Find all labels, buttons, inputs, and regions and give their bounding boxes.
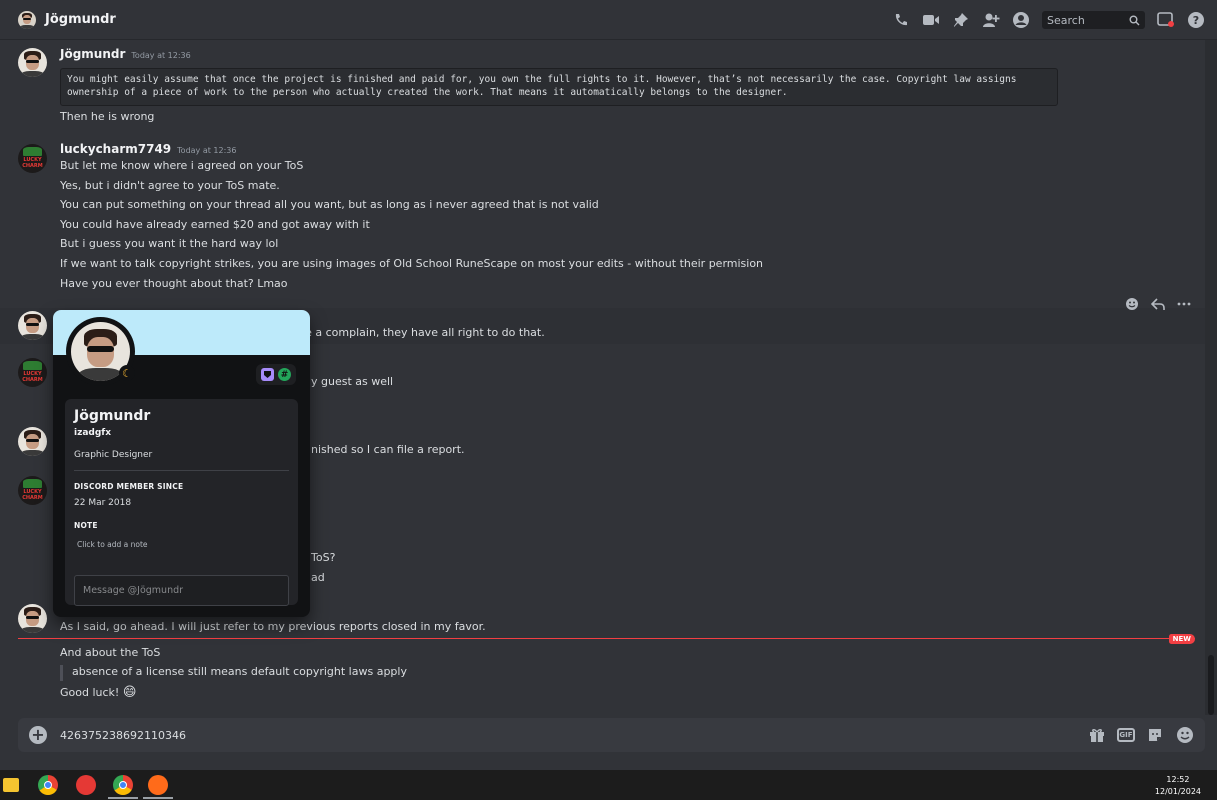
message-text: y guest as well	[311, 375, 394, 388]
search-input[interactable]: Search	[1042, 11, 1145, 29]
avatar[interactable]	[18, 604, 47, 633]
message-composer[interactable]: + 426375238692110346 GIF	[18, 718, 1205, 752]
search-placeholder: Search	[1047, 13, 1085, 27]
idle-status-icon: ☾	[119, 365, 135, 381]
avatar[interactable]: LUCKY CHARM	[18, 358, 47, 387]
member-since-heading: Discord Member Since	[74, 482, 184, 491]
gif-icon[interactable]: GIF	[1117, 728, 1135, 742]
profile-display-name: Jögmundr	[74, 408, 151, 424]
system-clock[interactable]: 12:52 12/01/2024	[1155, 774, 1201, 798]
code-block: You might easily assume that once the pr…	[60, 68, 1058, 106]
message-text: ToS?	[311, 551, 336, 564]
author-name[interactable]: luckycharm7749	[60, 142, 171, 156]
profile-username: izadgfx	[74, 428, 112, 438]
svg-text:?: ?	[1193, 14, 1199, 27]
message-input[interactable]: 426375238692110346	[60, 729, 186, 742]
new-messages-divider	[18, 638, 1195, 639]
message-text: You can put something on your thread all…	[60, 198, 599, 211]
profile-body: Jögmundr izadgfx Graphic Designer Discor…	[65, 399, 298, 606]
hypesquad-badge-icon[interactable]	[261, 368, 274, 381]
note-input[interactable]: Click to add a note	[77, 540, 148, 549]
chrome-icon[interactable]	[38, 775, 58, 795]
new-badge: NEW	[1168, 634, 1195, 644]
message-text: But i guess you want it the hard way lol	[60, 237, 279, 250]
member-since-date: 22 Mar 2018	[74, 498, 132, 508]
message-text: Have you ever thought about that? Lmao	[60, 277, 288, 290]
channel-title[interactable]: Jögmundr	[45, 12, 116, 27]
avatar[interactable]	[18, 427, 47, 456]
chrome-icon[interactable]	[113, 775, 133, 795]
profile-icon[interactable]	[1012, 11, 1030, 29]
os-taskbar: 12:52 12/01/2024	[0, 770, 1217, 800]
message-text: Then he is wrong	[60, 110, 155, 123]
upload-plus-icon[interactable]: +	[29, 726, 47, 744]
message-text: nished so I can file a report.	[311, 443, 465, 456]
sticker-icon[interactable]	[1145, 725, 1165, 745]
code-line: ownership of a piece of work to the pers…	[67, 87, 788, 98]
header-toolbar: Search ?	[892, 0, 1205, 40]
chat-scrollbar[interactable]	[1205, 40, 1217, 715]
avatar[interactable]: LUCKY CHARM	[18, 476, 47, 505]
message-text-part: Good luck!	[60, 686, 120, 699]
author-name[interactable]: Jögmundr	[60, 47, 125, 61]
avatar[interactable]	[18, 311, 47, 340]
profile-badges: #	[256, 364, 296, 385]
channel-header: Jögmundr Search ?	[0, 0, 1217, 40]
hash-badge-icon[interactable]: #	[278, 368, 291, 381]
profile-popout: ☾ # Jögmundr izadgfx Graphic Designer Di…	[53, 310, 310, 617]
inbox-icon[interactable]	[1157, 11, 1175, 29]
message-text: And about the ToS	[60, 646, 161, 659]
file-explorer-icon[interactable]	[3, 778, 19, 792]
grin-emoji[interactable]: 😄	[123, 685, 137, 700]
app-icon[interactable]	[76, 775, 96, 795]
search-icon	[1129, 15, 1140, 25]
message-text: Yes, but i didn't agree to your ToS mate…	[60, 179, 280, 192]
message-text: If we want to talk copyright strikes, yo…	[60, 257, 764, 270]
block-quote: absence of a license still means default…	[60, 665, 407, 681]
composer-toolbar: GIF	[1087, 718, 1195, 752]
message-actions	[1123, 295, 1193, 313]
clock-date: 12/01/2024	[1154, 787, 1201, 796]
message-text: Good luck! 😄	[60, 685, 136, 700]
gift-icon[interactable]	[1087, 725, 1107, 745]
pin-icon[interactable]	[952, 11, 970, 29]
note-heading: Note	[74, 521, 98, 530]
more-options-icon[interactable]	[1175, 295, 1193, 313]
profile-avatar[interactable]: ☾	[66, 317, 135, 386]
app-icon[interactable]	[148, 775, 168, 795]
video-icon[interactable]	[922, 11, 940, 29]
avatar[interactable]: LUCKY CHARM	[18, 144, 47, 173]
add-reaction-icon[interactable]	[1123, 295, 1141, 313]
message-text: ad	[311, 571, 325, 584]
quote-text: absence of a license still means default…	[72, 665, 407, 678]
avatar[interactable]	[18, 48, 47, 77]
message-text: But let me know where i agreed on your T…	[60, 159, 304, 172]
emoji-icon[interactable]	[1175, 725, 1195, 745]
code-line: You might easily assume that once the pr…	[67, 74, 1017, 85]
scrollbar-thumb[interactable]	[1208, 655, 1214, 715]
profile-message-input[interactable]: Message @Jögmundr	[74, 575, 289, 606]
message-text: ile a complain, they have all right to d…	[299, 326, 545, 339]
add-friend-icon[interactable]	[982, 11, 1000, 29]
profile-divider	[74, 470, 289, 471]
clock-time: 12:52	[1166, 775, 1190, 784]
message-text: You could have already earned $20 and go…	[60, 218, 370, 231]
message-text: As I said, go ahead. I will just refer t…	[60, 620, 486, 633]
dm-avatar[interactable]	[18, 10, 36, 29]
message-author[interactable]: Jögmundr Today at 12:36	[60, 47, 191, 61]
discord-window: Jögmundr Search ? Jögmundr Today at 12:3…	[0, 0, 1217, 800]
message-timestamp: Today at 12:36	[131, 51, 191, 60]
profile-bio: Graphic Designer	[74, 450, 153, 460]
phone-call-icon[interactable]	[892, 11, 910, 29]
reply-icon[interactable]	[1149, 295, 1167, 313]
message-author[interactable]: luckycharm7749 Today at 12:36	[60, 142, 236, 156]
message-timestamp: Today at 12:36	[177, 146, 237, 155]
help-icon[interactable]: ?	[1187, 11, 1205, 29]
